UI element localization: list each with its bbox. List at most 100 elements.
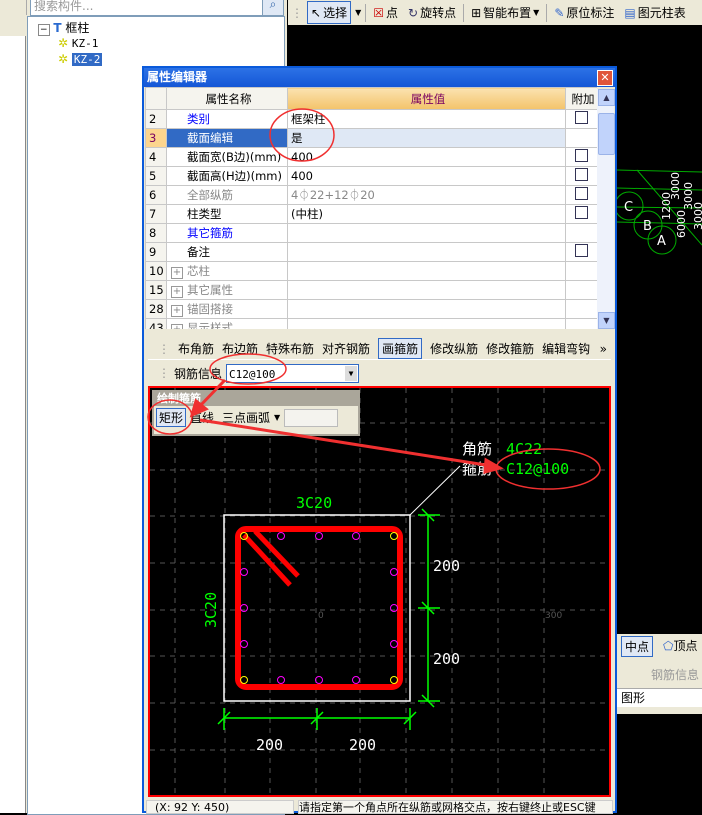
property-name-text: 截面高(H边)(mm): [187, 169, 282, 183]
label: 中点: [625, 640, 650, 654]
line-button[interactable]: 直线: [190, 409, 214, 426]
tree-item-kz2[interactable]: ✲ KZ-2: [58, 52, 103, 66]
property-value[interactable]: (中柱): [287, 204, 566, 224]
vertical-scrollbar[interactable]: ▲ ▼: [597, 89, 615, 329]
property-name: 截面宽(B边)(mm): [166, 147, 288, 167]
rebar-tool-button[interactable]: 画箍筋: [378, 338, 423, 359]
property-value[interactable]: [287, 261, 566, 281]
header-name: 属性名称: [166, 87, 288, 110]
expand-icon[interactable]: +: [171, 305, 183, 317]
close-icon[interactable]: ✕: [597, 70, 613, 86]
expand-icon[interactable]: +: [171, 324, 183, 329]
label: 点: [386, 6, 399, 20]
extra-checkbox[interactable]: [575, 244, 588, 257]
label: 旋转点: [420, 6, 457, 20]
property-value[interactable]: 400: [287, 147, 566, 167]
column-icon: T: [53, 21, 62, 35]
property-value[interactable]: 框架柱: [287, 109, 566, 129]
rectangle-button[interactable]: 矩形: [156, 408, 187, 427]
property-value[interactable]: [287, 223, 566, 243]
extra-checkbox[interactable]: [575, 168, 588, 181]
in-place-annotation-button[interactable]: ✎ 原位标注: [551, 2, 617, 23]
select-button[interactable]: ↖ 选择: [307, 1, 352, 24]
three-point-arc-button[interactable]: 三点画弧: [222, 409, 270, 426]
graphic-tab[interactable]: 图形: [617, 688, 702, 707]
rebar-tool-button[interactable]: 编辑弯钩: [542, 340, 590, 357]
property-name-text: 其它属性: [187, 283, 233, 297]
vertex-button[interactable]: ⬠顶点: [663, 637, 697, 654]
rebar-info-button[interactable]: 钢筋信息: [651, 666, 699, 683]
property-value[interactable]: 是: [287, 128, 566, 148]
property-value[interactable]: 4⏀22+12⏀20: [287, 185, 566, 205]
row-number: 15: [145, 280, 167, 300]
property-row[interactable]: 6 全部纵筋 4⏀22+12⏀20: [145, 185, 597, 205]
search-icon[interactable]: ⌕: [262, 0, 284, 16]
rebar-tool-button[interactable]: 修改纵筋: [430, 340, 478, 357]
row-number: 7: [145, 204, 167, 224]
property-row[interactable]: 3 截面编辑 是: [145, 128, 597, 148]
property-value[interactable]: [287, 242, 566, 262]
property-row[interactable]: 7 柱类型 (中柱): [145, 204, 597, 224]
more-icon[interactable]: »: [600, 342, 611, 356]
cursor-icon: ↖: [311, 5, 322, 20]
property-row[interactable]: 10 + 芯柱: [145, 261, 597, 281]
property-value[interactable]: [287, 318, 566, 329]
property-row[interactable]: 8 其它箍筋: [145, 223, 597, 243]
property-value[interactable]: [287, 280, 566, 300]
property-value[interactable]: [287, 299, 566, 319]
midpoint-button[interactable]: 中点: [621, 636, 654, 657]
rebar-tool-button[interactable]: 对齐钢筋: [322, 340, 370, 357]
tree-root[interactable]: − T 框柱: [38, 19, 89, 36]
property-row[interactable]: 9 备注: [145, 242, 597, 262]
property-row[interactable]: 43 + 显示样式: [145, 318, 597, 329]
draw-stirrup-title: 绘制箍筋: [154, 392, 358, 406]
rebar-tool-button[interactable]: 修改箍筋: [486, 340, 534, 357]
left-bars-label: 3C20: [202, 592, 220, 628]
scroll-down-icon[interactable]: ▼: [598, 312, 615, 329]
arc-option-select[interactable]: [284, 408, 339, 427]
extra-checkbox[interactable]: [575, 111, 588, 124]
search-input[interactable]: 搜索构件...: [30, 0, 263, 16]
extra-checkbox[interactable]: [575, 187, 588, 200]
property-name-text: 全部纵筋: [187, 188, 233, 202]
grid-mark-label: 300: [545, 611, 562, 621]
rebar-info-select[interactable]: C12@100 ▼: [226, 363, 360, 383]
header-corner: [145, 87, 167, 110]
expand-icon[interactable]: +: [171, 267, 183, 279]
property-name-text: 截面编辑: [187, 131, 233, 145]
side-bar: [315, 676, 323, 684]
scroll-up-icon[interactable]: ▲: [598, 89, 615, 106]
row-number: 5: [145, 166, 167, 186]
dropdown-icon[interactable]: ▼: [274, 413, 280, 422]
label: 顶点: [673, 639, 698, 653]
corner-bar: [390, 676, 398, 684]
property-row[interactable]: 28 + 锚固搭接: [145, 299, 597, 319]
extra-checkbox[interactable]: [575, 206, 588, 219]
header-extra: 附加: [565, 87, 597, 110]
expand-icon[interactable]: +: [171, 286, 183, 298]
rebar-tool-button[interactable]: 特殊布筋: [266, 340, 314, 357]
origin-label: 0: [318, 611, 324, 621]
dropdown-icon[interactable]: ▼: [355, 8, 361, 17]
section-canvas[interactable]: 0 300 角筋 箍筋 4C22 C12@100 3C20 3C20 200 2…: [148, 386, 611, 797]
collapse-icon[interactable]: −: [38, 24, 50, 36]
property-value[interactable]: 400: [287, 166, 566, 186]
smart-layout-button[interactable]: ⊞ 智能布置 ▼: [468, 2, 542, 23]
rotate-point-button[interactable]: ↻ 旋转点: [405, 2, 459, 23]
extra-cell: [565, 204, 597, 224]
extra-checkbox[interactable]: [575, 149, 588, 162]
rebar-tool-button[interactable]: 布边筋: [222, 340, 258, 357]
dropdown-icon[interactable]: ▼: [345, 365, 358, 381]
tree-item-kz1[interactable]: ✲ KZ-1: [58, 36, 98, 50]
axis-dim: 3000: [692, 202, 702, 230]
stirrup-label: 箍筋: [462, 460, 492, 478]
rebar-info-value: C12@100: [229, 367, 276, 381]
property-row[interactable]: 4 截面宽(B边)(mm) 400: [145, 147, 597, 167]
property-row[interactable]: 15 + 其它属性: [145, 280, 597, 300]
scroll-thumb[interactable]: [598, 113, 615, 155]
column-table-button[interactable]: ▤ 图元柱表: [621, 2, 688, 23]
point-button[interactable]: ☒ 点: [370, 2, 401, 23]
property-row[interactable]: 2 类别 框架柱: [145, 109, 597, 129]
rebar-tool-button[interactable]: 布角筋: [178, 340, 214, 357]
property-row[interactable]: 5 截面高(H边)(mm) 400: [145, 166, 597, 186]
